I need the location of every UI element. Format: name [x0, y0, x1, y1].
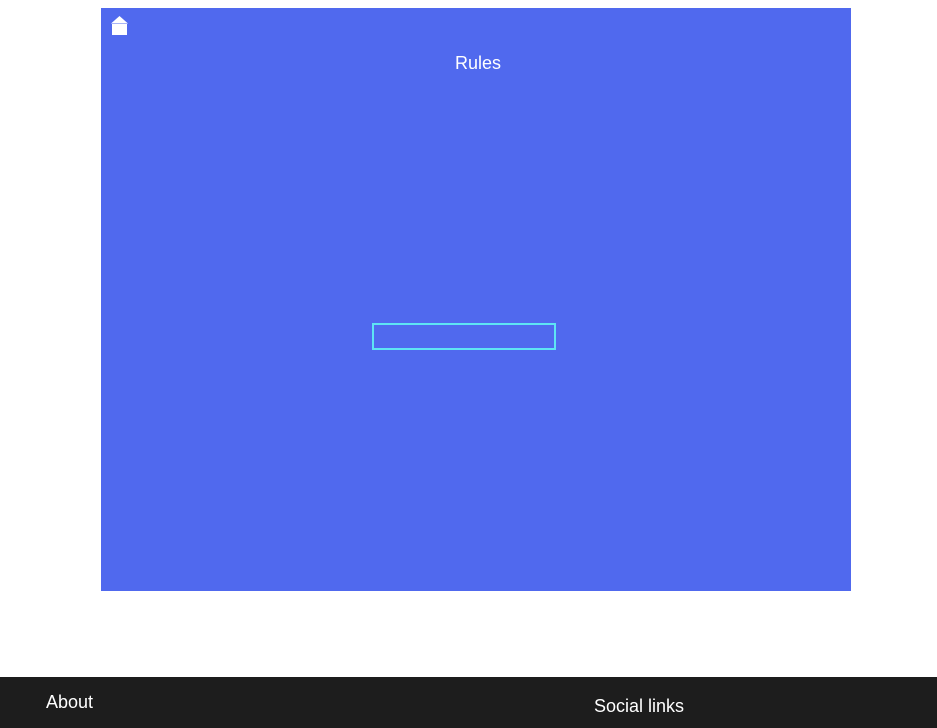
page-title: Rules — [454, 53, 502, 73]
rules-input[interactable] — [372, 323, 556, 350]
footer-about-link[interactable]: About — [46, 691, 93, 713]
footer-social-links[interactable]: Social links — [594, 695, 684, 717]
rules-panel: Rules — [101, 8, 851, 591]
footer: About Social links — [0, 677, 937, 728]
home-icon[interactable] — [111, 16, 128, 35]
